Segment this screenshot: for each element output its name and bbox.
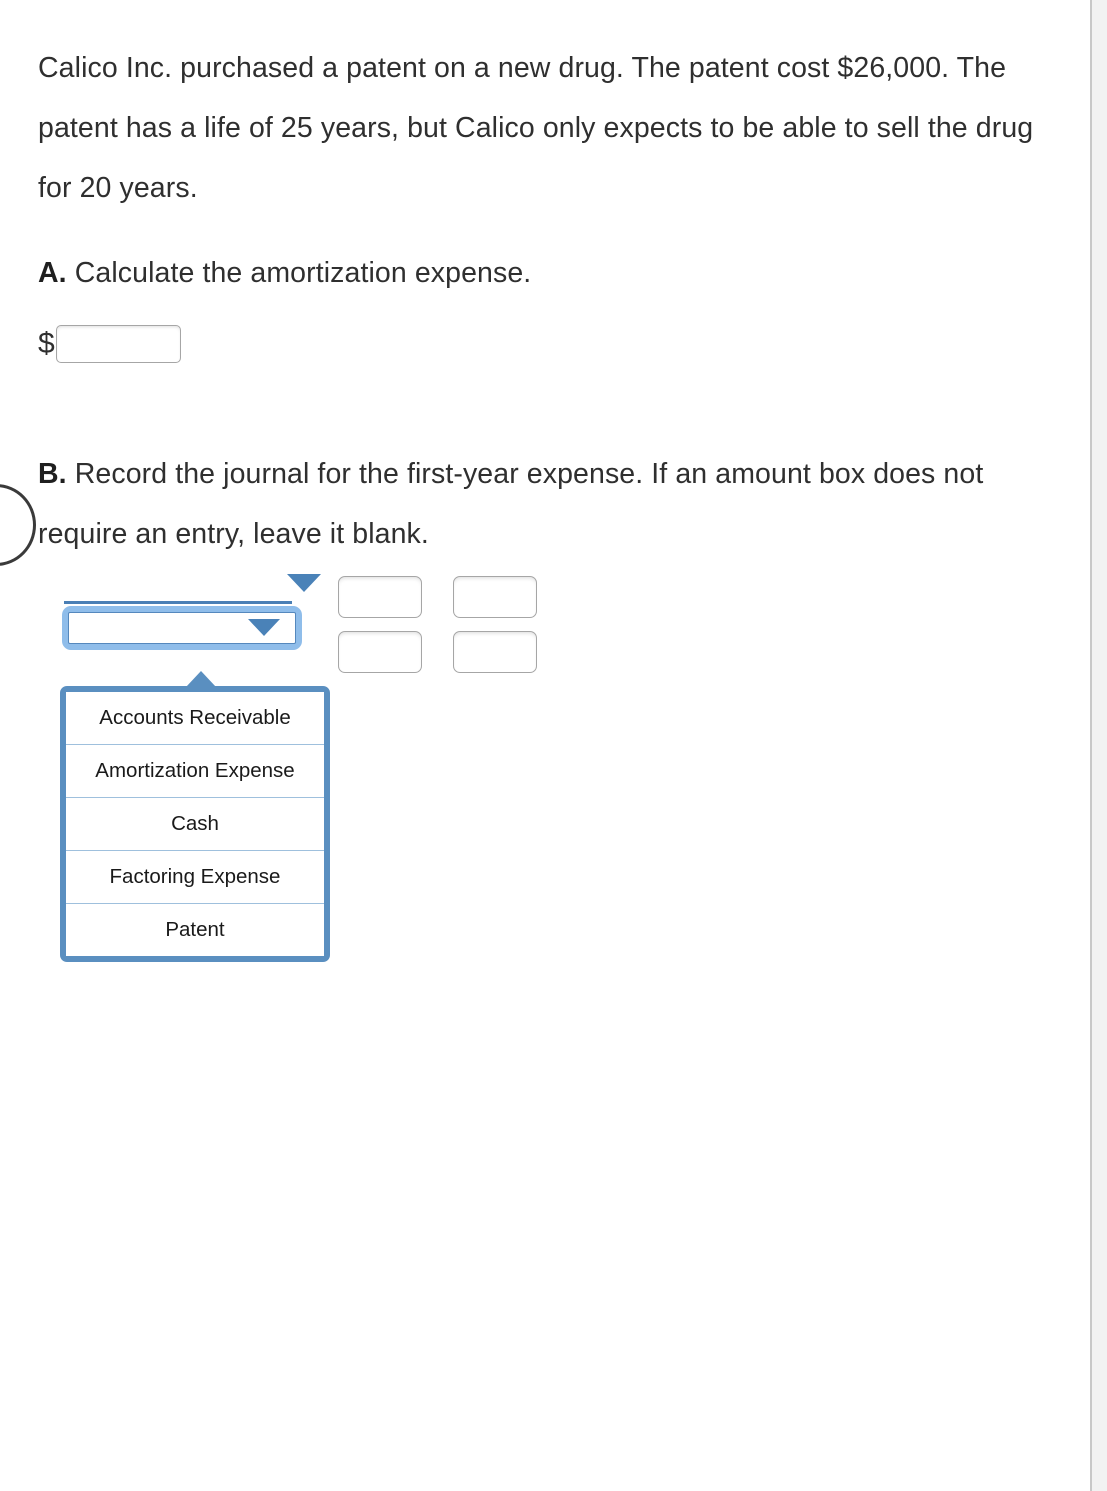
account-select-row-1-box[interactable]	[64, 582, 292, 604]
dollar-sign-label: $	[38, 327, 55, 360]
chevron-down-icon[interactable]	[287, 574, 321, 592]
question-intro-text: Calico Inc. purchased a patent on a new …	[38, 52, 1034, 204]
credit-amount-row-2[interactable]	[453, 631, 537, 673]
part-a-text: Calculate the amortization expense.	[66, 257, 532, 289]
page-edge-arc-artifact	[0, 484, 36, 566]
journal-entry-rows: Accounts Receivable Amortization Expense…	[26, 566, 586, 962]
dropdown-option[interactable]: Factoring Expense	[66, 851, 324, 904]
account-dropdown-list[interactable]: Accounts Receivable Amortization Expense…	[60, 686, 330, 962]
amortization-expense-input[interactable]	[55, 325, 181, 363]
part-a-answer-row: $	[38, 325, 181, 363]
content-edge-divider	[1090, 0, 1092, 1491]
journal-entry-widget: Accounts Receivable Amortization Expense…	[26, 566, 586, 962]
part-a-letter: A.	[38, 257, 67, 289]
scrollbar-track[interactable]	[1090, 0, 1107, 1491]
dropdown-option[interactable]: Amortization Expense	[66, 745, 324, 798]
debit-amount-row-2[interactable]	[338, 631, 422, 673]
part-b-heading: B. Record the journal for the first-year…	[38, 444, 988, 564]
credit-amount-row-1[interactable]	[453, 576, 537, 618]
debit-amount-row-1[interactable]	[338, 576, 422, 618]
part-b-text: Record the journal for the first-year ex…	[38, 458, 984, 550]
part-a-heading: A. Calculate the amortization expense.	[38, 243, 938, 303]
account-select-row-2[interactable]	[62, 606, 302, 650]
part-b-letter: B.	[38, 458, 67, 490]
account-select-row-1[interactable]	[64, 568, 321, 604]
dropdown-pointer-caret	[186, 671, 216, 687]
dropdown-option[interactable]: Accounts Receivable	[66, 692, 324, 745]
chevron-down-icon[interactable]	[248, 619, 280, 636]
dropdown-option[interactable]: Cash	[66, 798, 324, 851]
dropdown-option[interactable]: Patent	[66, 904, 324, 956]
